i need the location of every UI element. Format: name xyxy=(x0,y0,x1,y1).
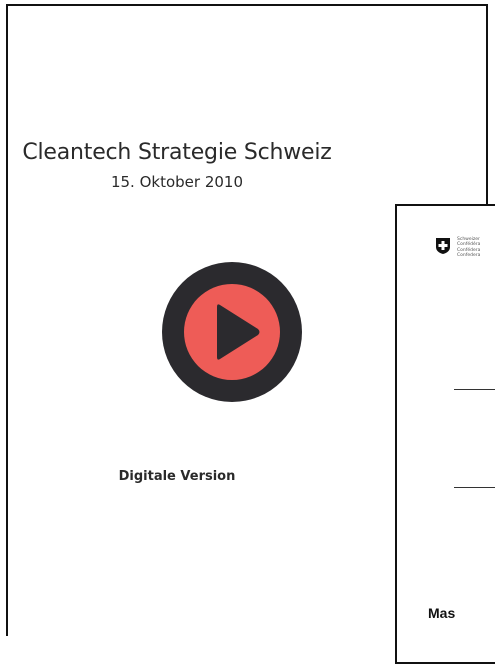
document-org-name: Schweizer Confédéra Confédera Confedera xyxy=(457,237,480,259)
org-line: Confédéra xyxy=(457,242,481,248)
cover-title: Cleantech Strategie Schweiz xyxy=(22,140,332,165)
org-line: Confedera xyxy=(457,253,481,259)
play-button[interactable] xyxy=(162,262,302,402)
document-rule-bottom xyxy=(454,487,495,488)
document-rule-top xyxy=(454,389,495,390)
document-heading: Mas xyxy=(428,605,456,621)
document-preview[interactable]: Schweizer Confédéra Confédera Confedera … xyxy=(395,204,495,664)
cover-date: 15. Oktober 2010 xyxy=(110,173,244,191)
digital-version-label: Digitale Version xyxy=(118,469,236,484)
swiss-cross-icon xyxy=(436,238,450,254)
